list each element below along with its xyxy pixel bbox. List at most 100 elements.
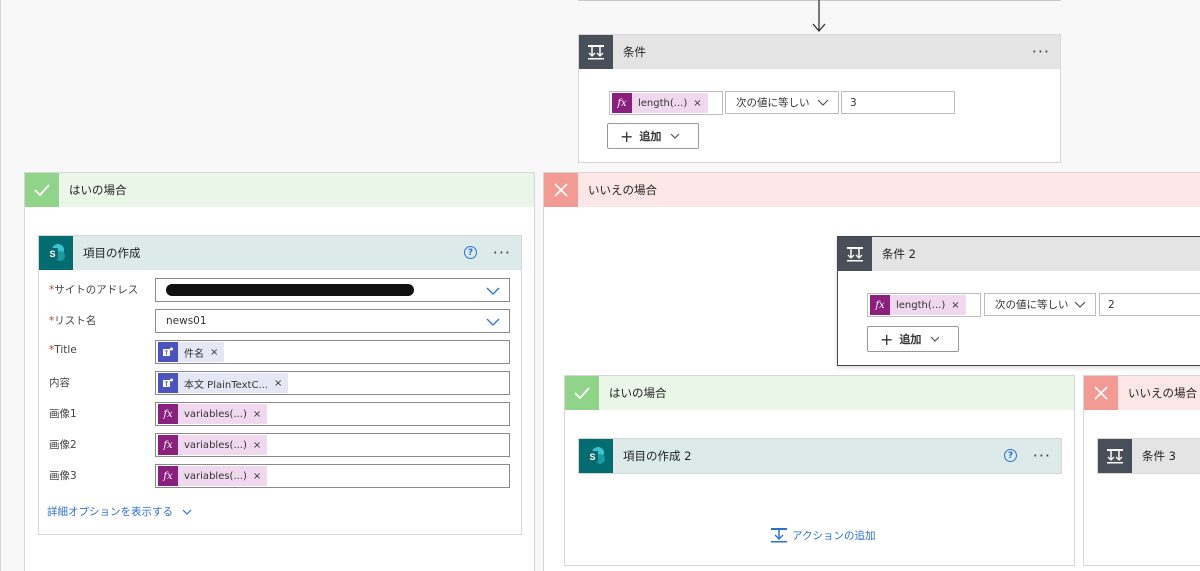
sharepoint-icon: S <box>39 236 73 270</box>
field-label-list: *リスト名 <box>49 315 97 327</box>
condition2-value-input[interactable]: 2 <box>1099 293 1200 316</box>
no-branch-title: いいえの場合 <box>588 183 657 197</box>
content-field[interactable]: T 本文 PlainTextC... × <box>155 371 510 395</box>
field-label-content: 内容 <box>49 377 70 389</box>
condition-icon <box>1098 439 1132 473</box>
field-label-image1: 画像1 <box>49 408 77 420</box>
yes-branch-title: はいの場合 <box>69 183 127 197</box>
title-field[interactable]: T 件名 × <box>155 340 510 364</box>
plus-icon: + <box>880 329 894 349</box>
add-action-link[interactable]: アクションの追加 <box>770 526 875 544</box>
help-icon[interactable]: ? <box>1004 449 1017 462</box>
inner-no-title: いいえの場合 <box>1128 386 1197 400</box>
svg-text:S: S <box>49 249 55 259</box>
teams-icon: T <box>158 342 178 362</box>
condition-title: 条件 <box>623 45 646 59</box>
expression-token[interactable]: fx length(...) × <box>870 295 966 315</box>
condition-value-input[interactable]: 3 <box>841 91 955 114</box>
inner-yes-title: はいの場合 <box>609 386 667 400</box>
redacted-value <box>166 284 414 296</box>
chevron-down-icon <box>1074 301 1086 308</box>
svg-text:T: T <box>165 351 169 357</box>
condition-card[interactable]: 条件 ··· fx length(...) × 次の値に等しい 3 + 追加 <box>578 34 1061 163</box>
remove-token-icon[interactable]: × <box>253 409 261 420</box>
chevron-down-icon <box>930 336 940 342</box>
condition2-title: 条件 2 <box>882 247 916 261</box>
create-item-card[interactable]: S 項目の作成 ? ··· *サイトのアドレス *リスト名 news01 *Ti… <box>38 235 522 535</box>
chevron-down-icon <box>817 99 829 106</box>
chevron-down-icon <box>182 509 192 515</box>
fx-icon: fx <box>870 295 890 315</box>
condition2-header[interactable]: 条件 2 <box>838 237 1200 271</box>
chevron-down-icon <box>486 287 500 295</box>
remove-token-icon[interactable]: × <box>951 300 959 311</box>
field-label-image2: 画像2 <box>49 439 77 451</box>
field-label-title: *Title <box>49 344 77 356</box>
down-arrow-icon <box>812 0 826 32</box>
svg-text:S: S <box>589 452 595 462</box>
chevron-down-icon <box>670 133 680 139</box>
site-address-select[interactable] <box>155 278 510 302</box>
condition-operator-select[interactable]: 次の値に等しい <box>725 91 839 114</box>
condition3-title: 条件 3 <box>1142 449 1176 463</box>
condition2-card[interactable]: 条件 2 fx length(...) × 次の値に等しい 2 + 追加 <box>837 236 1200 366</box>
create-item2-card[interactable]: S 項目の作成 2 ? ··· <box>578 438 1062 474</box>
help-icon[interactable]: ? <box>464 246 477 259</box>
inner-no-branch: いいえの場合 条件 3 <box>1083 375 1200 566</box>
yes-branch: はいの場合 S 項目の作成 ? ··· *サイトのアドレス *リスト名 news… <box>24 172 535 571</box>
more-options-icon[interactable]: ··· <box>1033 439 1051 473</box>
field-label-image3: 画像3 <box>49 470 77 482</box>
condition-icon <box>579 35 613 69</box>
image2-field[interactable]: fx variables(...) × <box>155 433 510 457</box>
condition3-card[interactable]: 条件 3 <box>1097 438 1200 474</box>
create-item2-header[interactable]: S 項目の作成 2 ? ··· <box>579 439 1061 473</box>
inner-no-header[interactable]: いいえの場合 <box>1084 376 1200 410</box>
remove-token-icon[interactable]: × <box>274 378 282 389</box>
condition-icon <box>838 237 872 271</box>
add-button[interactable]: + 追加 <box>607 123 699 149</box>
close-icon <box>544 173 578 207</box>
condition2-operator-select[interactable]: 次の値に等しい <box>984 293 1096 316</box>
plus-icon: + <box>620 126 634 146</box>
condition-header[interactable]: 条件 ··· <box>579 35 1060 69</box>
remove-token-icon[interactable]: × <box>210 347 218 358</box>
check-icon <box>25 173 59 207</box>
remove-token-icon[interactable]: × <box>693 98 701 109</box>
create-item-title: 項目の作成 <box>83 246 141 260</box>
fx-icon: fx <box>612 93 632 113</box>
expression-token[interactable]: fx variables(...) × <box>158 404 268 424</box>
add-button[interactable]: + 追加 <box>867 326 959 352</box>
image3-field[interactable]: fx variables(...) × <box>155 464 510 488</box>
remove-token-icon[interactable]: × <box>253 471 261 482</box>
close-icon <box>1084 376 1118 410</box>
inner-yes-header[interactable]: はいの場合 <box>565 376 1074 410</box>
advanced-options-link[interactable]: 詳細オプションを表示する <box>47 504 193 519</box>
condition3-header[interactable]: 条件 3 <box>1098 439 1200 473</box>
create-item-header[interactable]: S 項目の作成 ? ··· <box>39 236 521 270</box>
canvas-left-border <box>0 0 1 571</box>
no-branch-header[interactable]: いいえの場合 <box>544 173 1200 207</box>
condition2-left-operand[interactable]: fx length(...) × <box>867 293 981 317</box>
check-icon <box>565 376 599 410</box>
create-item2-title: 項目の作成 2 <box>623 449 692 463</box>
svg-text:T: T <box>165 382 169 388</box>
remove-token-icon[interactable]: × <box>253 440 261 451</box>
expression-token[interactable]: fx length(...) × <box>612 93 708 113</box>
expression-token[interactable]: fx variables(...) × <box>158 466 268 486</box>
fx-icon: fx <box>158 404 178 424</box>
fx-icon: fx <box>158 466 178 486</box>
chevron-down-icon <box>486 318 500 326</box>
teams-icon: T <box>158 373 178 393</box>
subject-token[interactable]: T 件名 × <box>158 342 225 362</box>
body-token[interactable]: T 本文 PlainTextC... × <box>158 373 289 393</box>
expression-token[interactable]: fx variables(...) × <box>158 435 268 455</box>
list-name-select[interactable]: news01 <box>155 309 510 333</box>
field-label-site: *サイトのアドレス <box>49 284 139 296</box>
more-options-icon[interactable]: ··· <box>1032 35 1050 69</box>
image1-field[interactable]: fx variables(...) × <box>155 402 510 426</box>
yes-branch-header[interactable]: はいの場合 <box>25 173 534 207</box>
more-options-icon[interactable]: ··· <box>493 236 511 270</box>
condition-left-operand[interactable]: fx length(...) × <box>609 91 723 115</box>
inner-yes-branch: はいの場合 S 項目の作成 2 ? ··· アクションの追加 <box>564 375 1075 566</box>
add-action-icon <box>771 528 787 543</box>
